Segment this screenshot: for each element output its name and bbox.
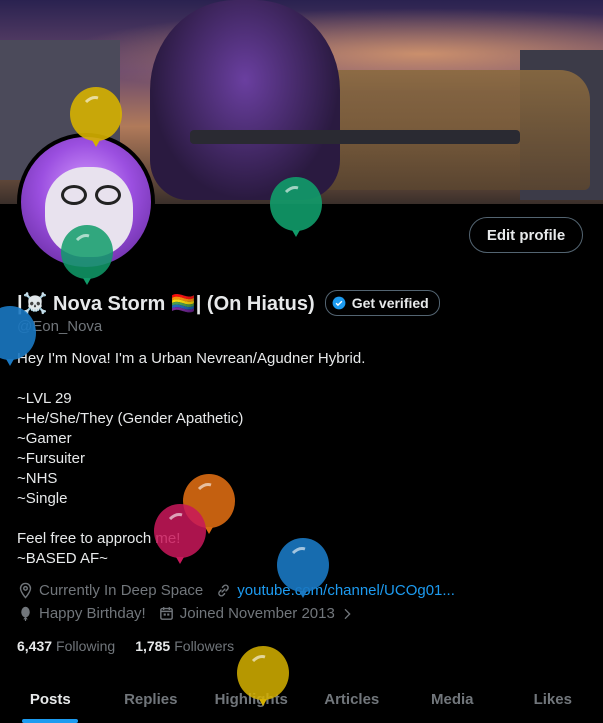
balloon-icon <box>270 177 322 237</box>
follow-stats: 6,437 Following 1,785 Followers <box>17 638 254 654</box>
avatar-glasses-right <box>95 185 121 205</box>
website-link[interactable]: youtube.com/channel/UCOg01... <box>237 582 455 599</box>
get-verified-button[interactable]: Get verified <box>324 290 440 316</box>
tab-label: Posts <box>29 691 71 708</box>
tab-articles[interactable]: Articles <box>302 683 403 723</box>
website-item[interactable]: youtube.com/channel/UCOg01... <box>215 582 455 599</box>
balloon-icon <box>154 504 206 564</box>
chevron-right-icon <box>344 608 351 619</box>
tab-likes[interactable]: Likes <box>503 683 603 723</box>
tab-label: Likes <box>533 691 572 708</box>
balloon-icon <box>61 225 113 285</box>
tab-label: Media <box>430 691 474 708</box>
followers-label: Followers <box>174 638 235 654</box>
tab-replies[interactable]: Replies <box>101 683 202 723</box>
tab-posts[interactable]: Posts <box>0 683 101 723</box>
bio-line: ~LVL 29 <box>17 390 72 407</box>
location-text: Currently In Deep Space <box>39 582 204 599</box>
bio-line: ~He/She/They (Gender Apathetic) <box>17 410 244 427</box>
following-link[interactable]: 6,437 Following <box>17 638 115 654</box>
followers-link[interactable]: 1,785 Followers <box>135 638 234 654</box>
link-icon <box>218 584 230 597</box>
bio-line: Hey I'm Nova! I'm a Urban Nevrean/Agudne… <box>17 350 366 367</box>
balloon-icon <box>70 87 122 147</box>
avatar-glasses-left <box>61 185 87 205</box>
edit-profile-button[interactable]: Edit profile <box>469 217 583 253</box>
following-label: Following <box>56 638 116 654</box>
bio-line: ~Gamer <box>17 430 72 447</box>
meta-row-location: Currently In Deep Space youtube.com/chan… <box>17 582 467 599</box>
balloon-icon <box>21 606 30 621</box>
tab-active-indicator <box>22 719 79 723</box>
bio-line <box>17 369 365 389</box>
balloon-icon <box>277 538 329 598</box>
followers-count: 1,785 <box>135 638 171 654</box>
verified-badge-icon <box>332 296 346 310</box>
calendar-icon <box>159 607 173 620</box>
birthday-text: Happy Birthday! <box>39 605 146 622</box>
tab-media[interactable]: Media <box>402 683 503 723</box>
location-icon <box>19 582 32 599</box>
banner-rifle <box>190 130 520 144</box>
profile-tabs: Posts Replies Highlights Articles Media … <box>0 683 603 723</box>
tab-label: Replies <box>124 691 178 708</box>
balloon-icon <box>0 306 36 366</box>
get-verified-label: Get verified <box>351 295 429 311</box>
location-item: Currently In Deep Space <box>17 582 203 599</box>
banner-character <box>150 0 340 200</box>
following-count: 6,437 <box>17 638 53 654</box>
tab-label: Articles <box>324 691 380 708</box>
bio-line: ~Fursuiter <box>17 450 85 467</box>
balloon-icon <box>237 646 289 706</box>
birthday-item: Happy Birthday! <box>17 605 146 622</box>
